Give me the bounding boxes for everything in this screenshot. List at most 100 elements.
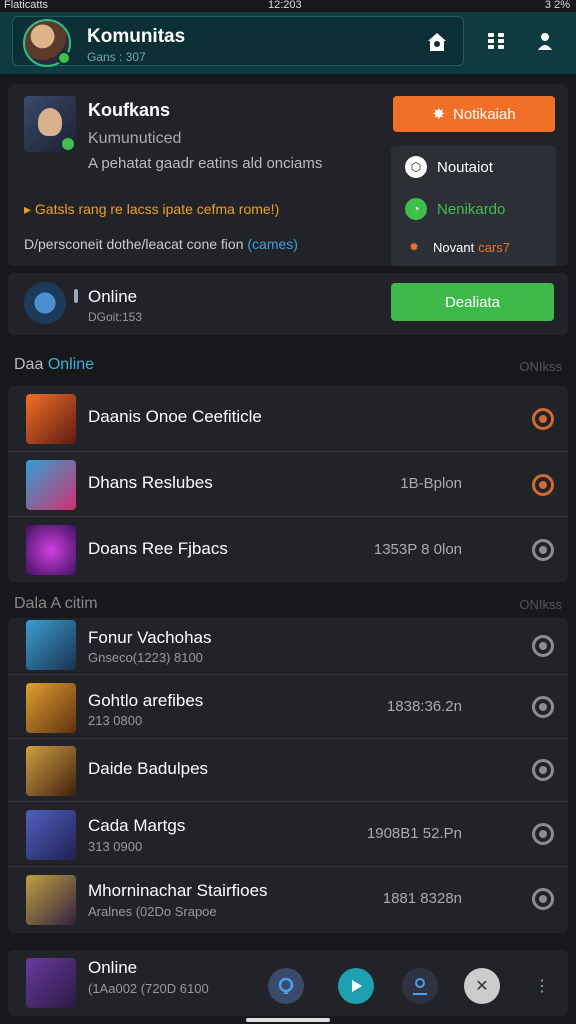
notification-description: A pehatat gaadr eatins ald onciams <box>88 155 323 172</box>
online-list: Daanis Onoe Ceefiticle Dhans Reslubes 1B… <box>8 386 568 582</box>
page-subtitle: Gans : 307 <box>87 50 146 64</box>
gear-icon[interactable] <box>532 823 554 845</box>
game-thumbnail <box>26 746 76 796</box>
gear-icon[interactable] <box>532 635 554 657</box>
clock: 12:203 <box>268 0 302 11</box>
section-header-online: Daa Online <box>14 356 94 374</box>
list-item[interactable]: Daide Badulpes <box>8 739 568 802</box>
section-right-label[interactable]: ONIkss <box>519 359 562 374</box>
notification-menu: ⬡ Noutaiot ◔ Nenikardo ✹ Novant cars7 <box>391 146 556 266</box>
list-item-subtitle: 313 0900 <box>88 839 143 854</box>
list-item-meta: 1353P 8 0lon <box>373 541 462 558</box>
details-button[interactable]: Dealiata <box>391 283 554 321</box>
burst-icon: ✸ <box>432 106 446 123</box>
menu-item-novant[interactable]: ✹ Novant cars7 <box>405 238 510 256</box>
game-thumbnail <box>26 683 76 733</box>
list-item-title: Gohtlo arefibes <box>88 691 204 710</box>
list-item-title: Cada Martgs <box>88 816 186 835</box>
play-icon[interactable] <box>338 968 374 1004</box>
list-item[interactable]: Dhans Reslubes 1B-Bplon <box>8 452 568 517</box>
section-title-highlight: Online <box>47 356 95 373</box>
bottom-subtitle: (1Aa002 (720D 6100 <box>88 981 209 996</box>
gear-icon[interactable] <box>532 888 554 910</box>
list-item[interactable]: Gohtlo arefibes 213 0800 1838:36.2n <box>8 675 568 739</box>
location-icon[interactable] <box>268 968 304 1004</box>
notification-title: Koufkans <box>88 100 171 120</box>
notification-highlight: ▸ Gatsls rang re lacss ipate cefma rome!… <box>24 201 279 218</box>
bottom-title: Online <box>88 958 138 977</box>
top-bar: Komunitas Gans : 307 <box>0 12 576 74</box>
list-item[interactable]: Daanis Onoe Ceefiticle <box>8 386 568 452</box>
game-thumbnail <box>26 875 76 925</box>
list-item-title: Daanis Onoe Ceefiticle <box>88 407 262 426</box>
battery-label: 3 2% <box>544 0 570 11</box>
pin-icon <box>74 289 78 303</box>
hexagon-icon: ⬡ <box>405 156 427 178</box>
list-item-title: Doans Ree Fjbacs <box>88 539 228 558</box>
close-icon[interactable]: ✕ <box>464 968 500 1004</box>
menu-item-nenikardo[interactable]: ◔ Nenikardo <box>405 198 505 220</box>
info-link[interactable]: (cames) <box>247 236 298 252</box>
notification-card: Koufkans Kumunuticed A pehatat gaadr eat… <box>8 84 568 266</box>
section-title-prefix: Daa <box>14 356 44 373</box>
list-item-subtitle: Aralnes (02Do Srapoe <box>88 904 217 919</box>
list-item-title: Daide Badulpes <box>88 759 209 778</box>
notification-subtitle: Kumunuticed <box>88 130 182 147</box>
list-item[interactable]: Cada Martgs 313 0900 1908B1 52.Pn <box>8 802 568 867</box>
carrier-label: Flaticatts <box>4 0 49 11</box>
list-item-meta: 1881 8328n <box>382 890 462 907</box>
game-thumbnail <box>26 958 76 1008</box>
menu-item-label: Novant <box>433 239 475 255</box>
gear-icon[interactable] <box>532 696 554 718</box>
profile-header[interactable]: Komunitas Gans : 307 <box>12 16 464 67</box>
activity-list: Fonur Vachohas Gnseco(1223) 8100 Gohtlo … <box>8 618 568 933</box>
home-indicator[interactable] <box>246 1018 330 1022</box>
list-item-title: Fonur Vachohas <box>88 628 212 647</box>
home-settings-icon[interactable] <box>423 28 451 56</box>
profile-icon[interactable] <box>531 27 559 55</box>
page-title: Komunitas <box>87 26 186 47</box>
highlight-text: Gatsls rang re lacss ipate cefma rome!) <box>34 201 280 217</box>
section-right-label[interactable]: ONIkss <box>519 597 562 612</box>
list-item-subtitle: Gnseco(1223) 8100 <box>88 650 203 665</box>
list-item[interactable]: Mhorninachar Stairfioes Aralnes (02Do Sr… <box>8 867 568 933</box>
user-icon[interactable] <box>402 968 438 1004</box>
online-status-card: Online DGoit:153 Dealiata <box>8 273 568 335</box>
list-item[interactable]: Doans Ree Fjbacs 1353P 8 0lon <box>8 517 568 582</box>
more-icon[interactable]: ⋮ <box>524 968 560 1004</box>
list-item[interactable]: Fonur Vachohas Gnseco(1223) 8100 <box>8 618 568 675</box>
notify-button[interactable]: ✸ Notikaiah <box>393 96 555 132</box>
list-item-meta: 1908B1 52.Pn <box>366 825 462 842</box>
game-thumbnail <box>26 810 76 860</box>
list-item-title: Dhans Reslubes <box>88 473 213 492</box>
menu-item-label: Noutaiot <box>437 158 493 176</box>
menu-item-noutaiot[interactable]: ⬡ Noutaiot <box>405 156 493 178</box>
gear-icon[interactable] <box>532 408 554 430</box>
online-title: Online <box>88 287 138 306</box>
gear-icon[interactable] <box>532 759 554 781</box>
list-item-meta: 1838:36.2n <box>386 698 462 715</box>
gear-icon[interactable] <box>532 539 554 561</box>
avatar[interactable] <box>23 19 71 67</box>
list-item-title: Mhorninachar Stairfioes <box>88 881 268 900</box>
status-bar: Flaticatts 12:203 3 2% <box>0 0 576 12</box>
online-subtitle: DGoit:153 <box>88 310 143 324</box>
notification-avatar <box>24 96 76 152</box>
list-item-meta: 1B-Bplon <box>400 475 462 492</box>
triangle-icon: ▸ <box>24 201 35 217</box>
bottom-online-card: Online (1Aa002 (720D 6100 ✕ ⋮ <box>8 950 568 1016</box>
list-item-subtitle: 213 0800 <box>88 713 143 728</box>
info-text: D/persconeit dothe/leacat cone fion <box>24 236 244 252</box>
notify-button-label: Notikaiah <box>453 105 516 123</box>
game-thumbnail <box>26 460 76 510</box>
game-thumbnail <box>26 620 76 670</box>
online-dot <box>62 138 74 150</box>
game-thumbnail <box>26 394 76 444</box>
game-thumbnail <box>26 525 76 575</box>
grid-menu-icon[interactable] <box>482 27 510 55</box>
chat-icon: ◔ <box>405 198 427 220</box>
notification-info: D/persconeit dothe/leacat cone fion (cam… <box>24 236 298 252</box>
menu-item-label: Nenikardo <box>437 200 506 218</box>
menu-item-accent: cars7 <box>478 239 510 255</box>
gear-icon[interactable] <box>532 474 554 496</box>
